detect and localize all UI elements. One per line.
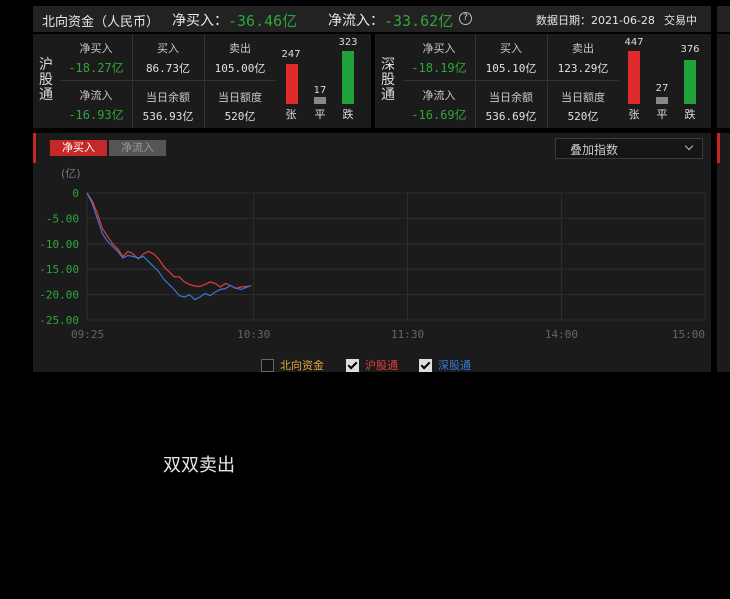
x-tick-label: 10:30: [237, 328, 270, 341]
question-circle-icon[interactable]: ?: [459, 12, 472, 25]
sgt-net-inflow-value: -16.69亿: [411, 108, 467, 122]
hgt-name: 沪股通: [39, 57, 53, 103]
hgt-checkbox[interactable]: [346, 358, 359, 372]
sgt-checkbox[interactable]: [419, 358, 432, 372]
legend-hgt-label: 沪股通: [365, 359, 398, 372]
hgt-up-bar: [286, 64, 298, 104]
y-tick-label: -25.00: [39, 314, 79, 327]
hgt-up-count: 247: [281, 49, 301, 60]
hgt-grid: 净买入 -18.27亿 买入 86.73亿 卖出 105.00亿 净流入 -16…: [60, 34, 276, 128]
sgt-net-inflow-label: 净流入: [422, 89, 456, 102]
sgt-grid: 净买入 -18.19亿 买入 105.10亿 卖出 123.29亿 净流入 -1…: [403, 34, 619, 128]
y-tick-label: -20.00: [39, 289, 79, 302]
header-title: 北向资金（人民币）: [42, 15, 160, 30]
chart-panel-accent: [33, 133, 36, 163]
caption-text: 双双卖出: [163, 455, 235, 476]
side-panel-edge-accent: [717, 133, 720, 163]
intraday-chart: (亿) 0 -5.00 -10.00 -15.00 -20.00 -25.00 09:25 1…: [39, 167, 706, 341]
sgt-down-count: 376: [680, 44, 700, 55]
hgt-series-line: [86, 192, 252, 290]
hgt-sell-value: 105.00亿: [214, 62, 266, 75]
side-panel-edge-chart: [717, 133, 730, 372]
x-tick-label: 09:25: [71, 328, 104, 341]
legend-north-label: 北向资金: [280, 359, 324, 372]
hgt-down-label: 跌: [342, 108, 354, 121]
sgt-flat-count: 27: [655, 83, 669, 94]
y-tick-label: -15.00: [39, 263, 79, 276]
hgt-flat-count: 17: [313, 85, 327, 96]
side-panel-edge: [717, 6, 730, 32]
sgt-balance-label: 当日余额: [489, 91, 533, 104]
sgt-flat-label: 平: [656, 108, 668, 121]
net-inflow-label: 净流入：: [328, 13, 384, 29]
hgt-buy-label: 买入: [157, 42, 179, 55]
sgt-sell-value: 123.29亿: [557, 62, 609, 75]
legend-sgt-label: 深股通: [438, 359, 471, 372]
net-buy-value: -36.46亿: [228, 12, 298, 30]
y-tick-label: 0: [72, 187, 79, 200]
sgt-balance-value: 536.69亿: [485, 110, 537, 123]
x-tick-label: 15:00: [672, 328, 705, 341]
sgt-down-label: 跌: [684, 108, 696, 121]
sgt-buy-value: 105.10亿: [485, 62, 537, 75]
hgt-net-buy-label: 净买入: [79, 42, 113, 55]
y-axis-unit: (亿): [61, 167, 81, 180]
trading-status: 交易中: [664, 14, 697, 27]
sgt-buy-label: 买入: [500, 42, 522, 55]
tab-net-buy[interactable]: 净买入: [50, 140, 107, 156]
hgt-down-count: 323: [338, 37, 358, 48]
overlay-index-label: 叠加指数: [570, 143, 619, 157]
legend-sgt[interactable]: 深股通: [419, 357, 471, 373]
sgt-net-buy-value: -18.19亿: [411, 61, 467, 75]
hgt-quota-label: 当日额度: [218, 91, 262, 104]
hgt-balance-value: 536.93亿: [142, 110, 194, 123]
net-inflow-value: -33.62亿: [384, 12, 454, 30]
sgt-up-bar: [628, 51, 640, 104]
sgt-sell-label: 卖出: [572, 42, 594, 55]
legend-hgt[interactable]: 沪股通: [346, 357, 398, 373]
y-tick-label: -5.00: [46, 212, 79, 225]
sgt-flat-bar: [656, 97, 668, 104]
sgt-quota-value: 520亿: [567, 110, 599, 123]
sgt-up-count: 447: [624, 37, 644, 48]
sgt-up-label: 张: [628, 108, 640, 121]
y-tick-label: -10.00: [39, 238, 79, 251]
hgt-net-inflow-label: 净流入: [79, 89, 113, 102]
plot-area: [86, 192, 706, 321]
hgt-sell-label: 卖出: [229, 42, 251, 55]
hgt-balance-label: 当日余额: [146, 91, 190, 104]
hgt-net-buy-value: -18.27亿: [68, 61, 124, 75]
side-panel-edge-body: [717, 34, 730, 128]
chevron-down-icon: [684, 141, 694, 151]
hgt-quota-value: 520亿: [224, 110, 256, 123]
sgt-down-bar: [684, 60, 696, 104]
tab-net-inflow[interactable]: 净流入: [109, 140, 166, 156]
hgt-flat-label: 平: [314, 108, 326, 121]
overlay-index-select[interactable]: 叠加指数: [555, 138, 703, 159]
net-buy-label: 净买入：: [172, 13, 228, 29]
sgt-net-buy-label: 净买入: [422, 42, 456, 55]
hgt-up-label: 张: [285, 108, 297, 121]
north-checkbox[interactable]: [261, 358, 274, 372]
legend-north[interactable]: 北向资金: [261, 357, 324, 373]
sgt-name: 深股通: [381, 57, 395, 103]
hgt-buy-value: 86.73亿: [145, 62, 191, 75]
hgt-net-inflow-value: -16.93亿: [68, 108, 124, 122]
sgt-quota-label: 当日额度: [561, 91, 605, 104]
hgt-flat-bar: [314, 97, 326, 104]
x-tick-label: 11:30: [391, 328, 424, 341]
x-tick-label: 14:00: [545, 328, 578, 341]
data-date: 数据日期：2021-06-28: [536, 14, 655, 27]
hgt-down-bar: [342, 51, 354, 104]
